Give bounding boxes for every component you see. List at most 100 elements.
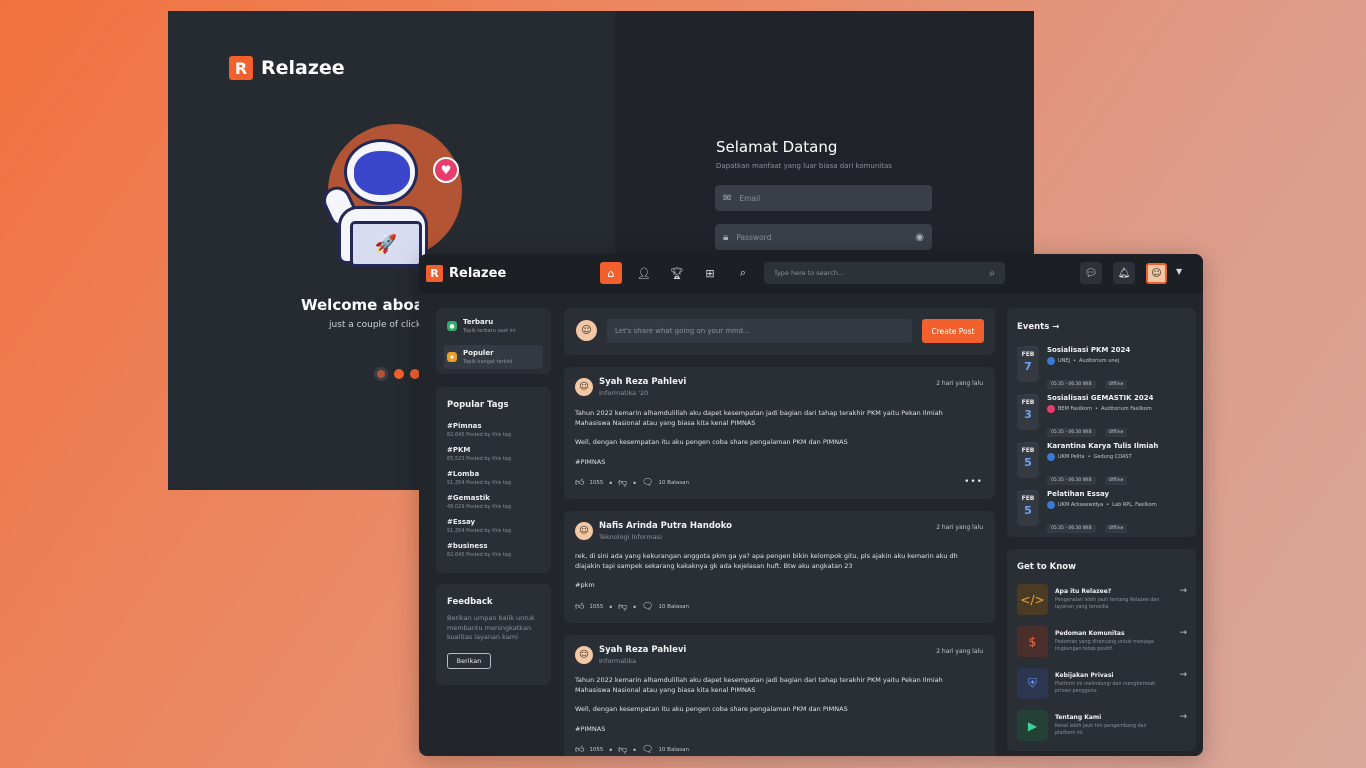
avatar: ☺ bbox=[576, 320, 597, 341]
comment-icon[interactable]: 🗨︎ bbox=[642, 745, 653, 755]
event-month: FEB bbox=[1021, 351, 1035, 358]
nav-document-search-button[interactable]: ⌕ bbox=[732, 262, 754, 284]
post-time: 2 hari yang lalu bbox=[936, 524, 983, 531]
gk-desc: Kenal lebih jauh tim pengembang dan plat… bbox=[1055, 724, 1147, 736]
tag-item[interactable]: #Essay 51,354 Posted by this tag bbox=[447, 518, 511, 534]
thumbs-up-icon[interactable]: 👍︎ bbox=[575, 478, 584, 488]
get-to-know-title: Get to Know bbox=[1017, 562, 1076, 572]
event-title: Sosialisasi GEMASTIK 2024 bbox=[1047, 394, 1154, 402]
chat-button[interactable]: 💬︎ bbox=[1080, 262, 1102, 284]
tag-item[interactable]: #PKM 65,523 Posted by this tag bbox=[447, 446, 511, 462]
gk-desc: Platform ini melindungi dan menghormati … bbox=[1055, 682, 1156, 694]
get-to-know-item[interactable]: ⛨ Kebijakan Privasi Platform ini melindu… bbox=[1017, 668, 1187, 700]
search-input[interactable]: Type here to search... ⌕ bbox=[764, 262, 1005, 284]
feedback-button[interactable]: Berikan bbox=[447, 653, 491, 669]
tag-name: #PKM bbox=[447, 446, 471, 454]
tag-item[interactable]: #Lomba 51,354 Posted by this tag bbox=[447, 470, 511, 486]
password-field[interactable]: 🔒︎ Password ◉ bbox=[715, 224, 932, 250]
create-post-bar: ☺ Let's share what going on your mind...… bbox=[564, 308, 995, 355]
login-subtitle: Dapatkan manfaat yang luar biasa dari ko… bbox=[716, 162, 892, 170]
menu-item-terbaru[interactable]: ● Terbaru Topik terbaru saat ini bbox=[444, 314, 543, 338]
eye-icon[interactable]: ◉ bbox=[915, 232, 924, 243]
create-post-button[interactable]: Create Post bbox=[922, 319, 984, 343]
chevron-down-icon[interactable]: ▼ bbox=[1176, 267, 1182, 276]
avatar[interactable]: ☺ bbox=[1146, 263, 1167, 284]
event-day: 7 bbox=[1024, 360, 1032, 373]
event-date: FEB 5 bbox=[1017, 442, 1039, 478]
event-org-name: UNEJ bbox=[1058, 358, 1071, 364]
tag-count: 51,354 Posted by this tag bbox=[447, 528, 512, 534]
get-to-know-item[interactable]: ▶ Tentang Kami Kenal lebih jauh tim peng… bbox=[1017, 710, 1187, 742]
nav-home-button[interactable]: ⌂ bbox=[600, 262, 622, 284]
thumbs-down-icon[interactable]: 👎︎ bbox=[618, 478, 627, 488]
tag-name: #Lomba bbox=[447, 470, 480, 478]
comment-icon[interactable]: 🗨︎ bbox=[642, 602, 653, 612]
code-icon: </> bbox=[1017, 584, 1048, 615]
menu-item-populer[interactable]: ★ Populer Topik hangat terkini bbox=[444, 345, 543, 369]
tag-item[interactable]: #Gemastik 48,029 Posted by this tag bbox=[447, 494, 511, 510]
nav-trophy-button[interactable]: 🏆︎ bbox=[666, 262, 688, 284]
avatar[interactable]: ☺ bbox=[575, 522, 593, 540]
astronaut-visor bbox=[354, 151, 410, 195]
reply-count[interactable]: 10 Balasan bbox=[658, 480, 689, 486]
avatar[interactable]: ☺ bbox=[575, 378, 593, 396]
top-navbar: R Relazee ⌂ 👤︎ 🏆︎ ⊞ ⌕ Type here to searc… bbox=[419, 254, 1203, 294]
event-org-name: UKM Ackasewidya bbox=[1058, 502, 1104, 508]
get-to-know-item[interactable]: </> Apa itu Relazee? Pengenalan lebih ja… bbox=[1017, 584, 1187, 616]
post-hashtag[interactable]: #pkm bbox=[575, 580, 979, 590]
tag-item[interactable]: #Pimnas 82,645 Posted by this tag bbox=[447, 422, 511, 438]
post-add-icon: ⊞ bbox=[705, 266, 715, 280]
thumbs-down-icon[interactable]: 👎︎ bbox=[618, 745, 627, 755]
post-author[interactable]: Syah Reza Pahlevi bbox=[599, 377, 686, 387]
tag-count: 82,645 Posted by this tag bbox=[447, 552, 512, 558]
event-org-name: BEM Fasilkom bbox=[1058, 406, 1093, 412]
app-brand[interactable]: R Relazee bbox=[426, 265, 506, 282]
event-chips: 05.35 - 06.30 WIB Offline bbox=[1047, 514, 1131, 533]
event-org-name: UKM Pelita bbox=[1058, 454, 1085, 460]
reply-count[interactable]: 10 Balasan bbox=[658, 604, 689, 610]
app-window: R Relazee ⌂ 👤︎ 🏆︎ ⊞ ⌕ Type here to searc… bbox=[419, 254, 1203, 756]
nav-post-add-button[interactable]: ⊞ bbox=[699, 262, 721, 284]
arrow-right-icon: → bbox=[1179, 712, 1187, 722]
post-dept: Informatika bbox=[599, 657, 637, 665]
arrow-right-icon: → bbox=[1179, 628, 1187, 638]
event-org: UKM Pelita • Gedung CDAST bbox=[1047, 453, 1132, 461]
post-hashtag[interactable]: #PIMNAS bbox=[575, 457, 979, 467]
email-field[interactable]: ✉ Email bbox=[715, 185, 932, 211]
event-place: Gedung CDAST bbox=[1093, 454, 1132, 460]
event-item[interactable]: FEB 5 Pelatihan Essay UKM Ackasewidya • L… bbox=[1017, 490, 1187, 533]
carousel-dot[interactable] bbox=[374, 367, 388, 381]
carousel-dot[interactable] bbox=[394, 369, 404, 379]
event-mode-chip: Offline bbox=[1104, 428, 1128, 437]
avatar[interactable]: ☺ bbox=[575, 646, 593, 664]
event-org: BEM Fasilkom • Auditorium Fasilkom bbox=[1047, 405, 1152, 413]
event-title: Pelatihan Essay bbox=[1047, 490, 1110, 498]
event-day: 3 bbox=[1024, 408, 1032, 421]
heart-icon: ♥ bbox=[433, 157, 459, 183]
more-options-icon[interactable]: ••• bbox=[964, 477, 983, 487]
event-item[interactable]: FEB 3 Sosialisasi GEMASTIK 2024 BEM Fasi… bbox=[1017, 394, 1187, 437]
events-title[interactable]: Events → bbox=[1017, 322, 1059, 332]
tag-name: #Gemastik bbox=[447, 494, 490, 502]
post-author[interactable]: Nafis Arinda Putra Handoko bbox=[599, 521, 732, 531]
thumbs-up-icon[interactable]: 👍︎ bbox=[575, 745, 584, 755]
tag-item[interactable]: #business 82,645 Posted by this tag bbox=[447, 542, 511, 558]
notification-button[interactable]: 🔔︎ bbox=[1113, 262, 1135, 284]
post-author[interactable]: Syah Reza Pahlevi bbox=[599, 645, 686, 655]
get-to-know-item[interactable]: $ Pedoman Komunitas Pedoman yang diranca… bbox=[1017, 626, 1187, 658]
email-placeholder: Email bbox=[739, 193, 761, 203]
thumbs-down-icon[interactable]: 👎︎ bbox=[618, 602, 627, 612]
post-body: Tahun 2022 kemarin alhamdulillah aku dap… bbox=[575, 676, 943, 694]
post-time: 2 hari yang lalu bbox=[936, 648, 983, 655]
event-time-chip: 05.35 - 06.30 WIB bbox=[1047, 428, 1096, 437]
event-item[interactable]: FEB 5 Karantina Karya Tulis Ilmiah UKM P… bbox=[1017, 442, 1187, 485]
event-item[interactable]: FEB 7 Sosialisasi PKM 2024 UNEJ • Auditor… bbox=[1017, 346, 1187, 389]
share-input[interactable]: Let's share what going on your mind... bbox=[607, 319, 912, 343]
event-date: FEB 3 bbox=[1017, 394, 1039, 430]
post-hashtag[interactable]: #PIMNAS bbox=[575, 724, 979, 734]
nav-people-button[interactable]: 👤︎ bbox=[633, 262, 655, 284]
thumbs-up-icon[interactable]: 👍︎ bbox=[575, 602, 584, 612]
reply-count[interactable]: 10 Balasan bbox=[658, 747, 689, 753]
get-to-know-card: Get to Know </> Apa itu Relazee? Pengena… bbox=[1007, 549, 1196, 751]
comment-icon[interactable]: 🗨︎ bbox=[642, 478, 653, 488]
